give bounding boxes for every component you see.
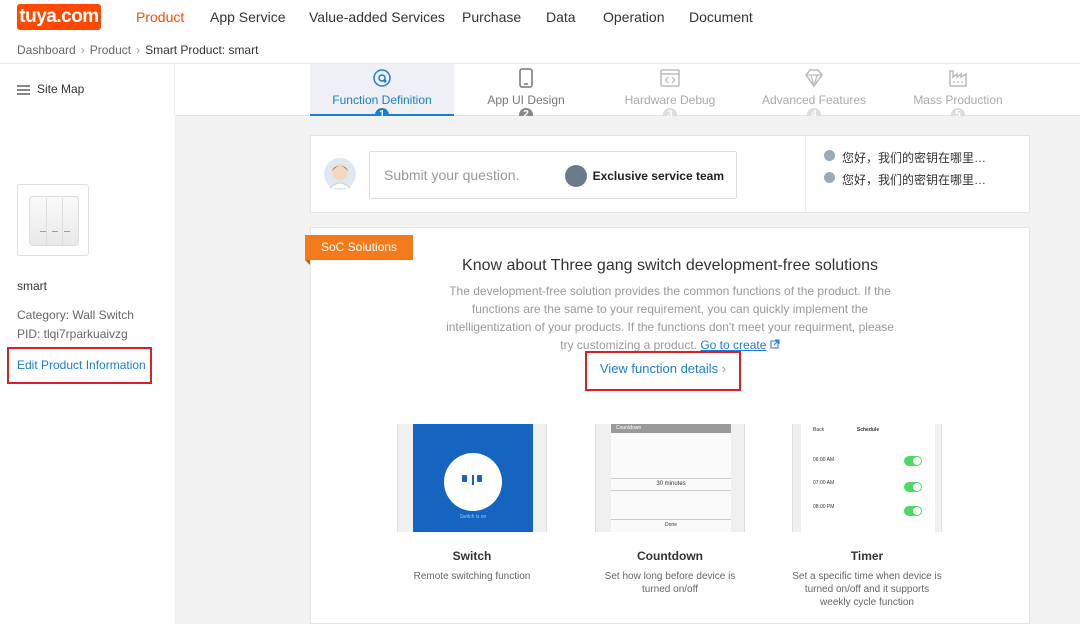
- toggle-on-icon: [904, 482, 922, 492]
- step-label: Hardware Debug: [624, 93, 716, 107]
- toggle-on-icon: [904, 456, 922, 466]
- nav-value-added-services[interactable]: Value-added Services: [309, 9, 445, 25]
- site-map-toggle[interactable]: Site Map: [0, 64, 175, 114]
- chevron-right-icon: ›: [721, 361, 727, 376]
- gear-icon: [373, 69, 391, 87]
- external-link-icon: [770, 339, 780, 349]
- breadcrumb-current: Smart Product: smart: [145, 43, 259, 57]
- question-panel: Submit your question. Exclusive service …: [310, 135, 1030, 213]
- breadcrumb-product[interactable]: Product: [90, 43, 131, 57]
- step-label: Mass Production: [913, 93, 1003, 107]
- product-category: Category: Wall Switch: [17, 308, 134, 322]
- timer-entry-time: 07:00 AM: [813, 480, 835, 486]
- countdown-screen-image: Countdown 30 minutes Done: [595, 424, 745, 532]
- edit-product-information-link[interactable]: Edit Product Information: [7, 347, 152, 384]
- nav-data[interactable]: Data: [546, 9, 576, 25]
- feature-name: Switch: [452, 549, 492, 563]
- question-placeholder: Submit your question.: [384, 167, 520, 183]
- product-image: [17, 184, 89, 256]
- feature-name: Timer: [850, 549, 884, 563]
- timer-screen-image: Back Schedule 06:00 AM 07:00 AM 08:00 PM: [792, 424, 942, 532]
- step-label: App UI Design: [487, 93, 565, 107]
- tuya-logo[interactable]: tuya.com: [17, 4, 101, 30]
- go-to-create-link[interactable]: Go to create: [700, 338, 766, 352]
- step-label: Advanced Features: [761, 93, 867, 107]
- step-advanced-features[interactable]: Advanced Features 4: [742, 64, 886, 122]
- breadcrumb-dashboard[interactable]: Dashboard: [17, 43, 76, 57]
- solutions-title: Know about Three gang switch development…: [462, 257, 878, 274]
- exclusive-service-team-button[interactable]: Exclusive service team: [564, 164, 724, 188]
- chevron-right-icon: ›: [136, 43, 141, 57]
- chevron-right-icon: ›: [80, 43, 85, 57]
- countdown-value: 30 minutes: [656, 481, 686, 487]
- question-input[interactable]: Submit your question. Exclusive service …: [369, 151, 737, 199]
- solutions-description: The development-free solution provides t…: [446, 284, 894, 352]
- countdown-screen-title: Countdown: [616, 425, 642, 431]
- feature-countdown: Countdown 30 minutes Done Countdown Set …: [595, 424, 745, 596]
- feature-description: Remote switching function: [413, 571, 531, 582]
- top-navigation: tuya.com Product App Service Value-added…: [0, 0, 1080, 34]
- nav-operation[interactable]: Operation: [603, 9, 664, 25]
- breadcrumb: Dashboard › Product › Smart Product: smart: [17, 43, 258, 57]
- product-name: smart: [17, 279, 47, 293]
- feature-description: Set a specific time when device is turne…: [792, 571, 942, 608]
- nav-document[interactable]: Document: [689, 9, 753, 25]
- support-avatar-icon: [324, 158, 356, 190]
- nav-product[interactable]: Product: [136, 9, 184, 25]
- countdown-done: Done: [611, 519, 731, 532]
- timer-entry-time: 08:00 PM: [813, 504, 835, 510]
- power-switch-icon: [444, 453, 502, 511]
- service-agent-avatar-icon: [564, 165, 587, 187]
- development-steps: Function Definition 1 App UI Design 2 Ha…: [175, 64, 1080, 122]
- step-function-definition[interactable]: Function Definition 1: [310, 64, 454, 122]
- factory-icon: [949, 70, 967, 87]
- feature-timer: Back Schedule 06:00 AM 07:00 AM 08:00 PM…: [792, 424, 942, 609]
- timer-entry-time: 06:00 AM: [813, 457, 835, 463]
- step-hardware-debug[interactable]: Hardware Debug 3: [598, 64, 742, 122]
- step-mass-production[interactable]: Mass Production 5: [886, 64, 1030, 122]
- feature-name: Countdown: [637, 549, 703, 563]
- step-app-ui-design[interactable]: App UI Design 2: [454, 64, 598, 122]
- switch-screen-image: Switch is on: [397, 424, 547, 532]
- menu-icon: [17, 85, 30, 95]
- phone-icon: [519, 68, 533, 88]
- question-bubble-icon: [824, 150, 835, 161]
- toggle-on-icon: [904, 506, 922, 516]
- service-team-label: Exclusive service team: [592, 169, 724, 183]
- diamond-icon: [805, 69, 823, 88]
- question-divider: [805, 136, 806, 212]
- faq-link[interactable]: 您好，我们的密钥在哪里…: [824, 171, 986, 188]
- site-map-label: Site Map: [37, 82, 85, 96]
- view-function-details-button[interactable]: View function details ›: [585, 351, 741, 391]
- feature-description: Set how long before device is turned on/…: [604, 571, 736, 595]
- wall-switch-icon: [29, 196, 79, 246]
- code-icon: [660, 69, 680, 87]
- nav-purchase[interactable]: Purchase: [462, 9, 521, 25]
- timer-screen-title: Schedule: [856, 427, 880, 433]
- switch-status-caption: Switch is on: [459, 514, 487, 520]
- faq-link[interactable]: 您好，我们的密钥在哪里…: [824, 149, 986, 166]
- nav-app-service[interactable]: App Service: [210, 9, 285, 25]
- product-pid: PID: tlqi7rparkuaivzg: [17, 327, 128, 341]
- step-label: Function Definition: [332, 93, 432, 107]
- question-bubble-icon: [824, 172, 835, 183]
- feature-switch: Switch is on Switch Remote switching fun…: [397, 424, 547, 583]
